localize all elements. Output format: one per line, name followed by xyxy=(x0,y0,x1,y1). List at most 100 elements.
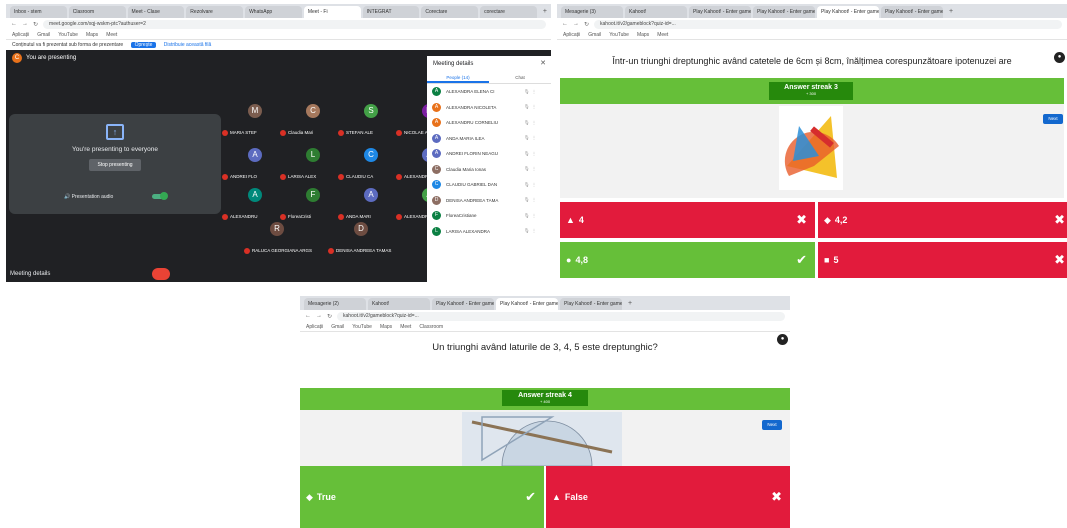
people-list-item[interactable]: L LARISA ALEXANDRA 🎙 ⋮ xyxy=(427,224,551,240)
bookmark-item[interactable]: YouTube xyxy=(58,32,78,38)
browser-tab[interactable]: Play Kahoot! - Enter game xyxy=(689,6,751,18)
browser-tab[interactable]: WhatsApp xyxy=(245,6,302,18)
bookmark-item[interactable]: Aplicații xyxy=(306,324,323,330)
browser-tab[interactable]: Meet - Clase xyxy=(127,6,185,18)
forward-icon[interactable]: → xyxy=(573,21,579,27)
people-list-item[interactable]: F FloreaCristiane 🎙 ⋮ xyxy=(427,208,551,224)
bookmark-item[interactable]: Gmail xyxy=(588,32,601,38)
question-title: Un triunghi având laturile de 3, 4, 5 es… xyxy=(432,342,658,353)
next-button[interactable]: Next xyxy=(762,420,782,430)
people-list-item[interactable]: A ANDREI FLORIN NEAGU 🎙 ⋮ xyxy=(427,146,551,162)
browser-tab[interactable]: Play Kahoot! - Enter game xyxy=(881,6,943,18)
bookmark-item[interactable]: Meet xyxy=(657,32,668,38)
bookmark-item[interactable]: Maps xyxy=(637,32,649,38)
browser-tab[interactable]: Rezolvare xyxy=(186,6,244,18)
forward-icon[interactable]: → xyxy=(316,313,322,319)
url-input[interactable]: meet.google.com/xqj-wskm-ptc?authuser=2 xyxy=(43,19,546,29)
answer-label: 4,2 xyxy=(834,215,848,225)
url-input[interactable]: kahoot.it/v2/gameblock?quiz-id=... xyxy=(337,311,785,321)
bookmark-item[interactable]: Gmail xyxy=(331,324,344,330)
settings-icon[interactable]: ● xyxy=(1054,52,1065,63)
back-icon[interactable]: ← xyxy=(305,313,311,319)
participant-avatar: A xyxy=(432,102,441,112)
more-options-icon[interactable]: ⋮ xyxy=(532,197,537,203)
tab-people[interactable]: People (14) xyxy=(427,72,489,83)
browser-tab[interactable]: INTEGRAT xyxy=(362,6,420,18)
browser-tab[interactable]: Kahoot! xyxy=(625,6,687,18)
more-options-icon[interactable]: ⋮ xyxy=(532,213,537,219)
next-button[interactable]: Next xyxy=(1043,114,1063,124)
bookmark-item[interactable]: Aplicații xyxy=(12,32,29,38)
kahoot-window-1: Mesagerie (3) Kahoot! Play Kahoot! - Enter… xyxy=(557,4,1067,282)
back-icon[interactable]: ← xyxy=(562,21,568,27)
new-tab-icon[interactable]: + xyxy=(624,298,636,310)
share-tab-link[interactable]: Distribuie această filă xyxy=(164,42,212,48)
browser-tab[interactable]: Play Kahoot! - Enter game xyxy=(560,298,622,310)
share-stop-button[interactable]: Oprește xyxy=(130,42,157,48)
muted-mic-icon: 🎙 xyxy=(524,150,530,156)
reload-icon[interactable]: ↻ xyxy=(327,313,332,320)
browser-tab[interactable]: Play Kahoot! - Enter game xyxy=(753,6,815,18)
new-tab-icon[interactable]: + xyxy=(539,6,551,18)
more-options-icon[interactable]: ⋮ xyxy=(532,104,537,110)
browser-tab[interactable]: Clasroom xyxy=(68,6,126,18)
more-options-icon[interactable]: ⋮ xyxy=(532,120,537,126)
bookmark-item[interactable]: Meet xyxy=(400,324,411,330)
people-list-item[interactable]: A ANDA MARIA ILEA 🎙 ⋮ xyxy=(427,131,551,147)
browser-tab[interactable]: Play Kahoot! - Enter game xyxy=(432,298,494,310)
tab-chat[interactable]: Chat xyxy=(489,72,551,83)
stop-presenting-button[interactable]: Stop presenting xyxy=(89,159,141,171)
more-options-icon[interactable]: ⋮ xyxy=(532,151,537,157)
browser-tab[interactable]: Mesagerie (2) xyxy=(304,298,366,310)
people-list-item[interactable]: C CLAUDIU GABRIEL DAN 🎙 ⋮ xyxy=(427,177,551,193)
bookmark-item[interactable]: Meet xyxy=(106,32,117,38)
meeting-details-panel: Meeting details ✕ People (14) Chat A ALEX… xyxy=(427,56,551,282)
browser-tab[interactable]: Corectare xyxy=(421,6,479,18)
participant-name-text: ANDREI FLO xyxy=(230,174,258,180)
people-list-item[interactable]: A ALEXANDRU CORNELIU 🎙 ⋮ xyxy=(427,115,551,131)
participant-name-text: ALEXANDRU xyxy=(230,214,258,220)
more-options-icon[interactable]: ⋮ xyxy=(532,135,537,141)
browser-tab[interactable]: Play Kahoot! - Enter game xyxy=(817,6,879,18)
more-options-icon[interactable]: ⋮ xyxy=(532,228,537,234)
presentation-audio-toggle[interactable] xyxy=(152,192,168,200)
participant-name: ALEXANDRA ELENA CI xyxy=(446,89,495,95)
more-options-icon[interactable]: ⋮ xyxy=(532,182,537,188)
close-icon[interactable]: ✕ xyxy=(540,56,546,72)
answer-button[interactable]: ▲ 4 ✖ xyxy=(560,202,815,238)
reload-icon[interactable]: ↻ xyxy=(33,21,38,28)
forward-icon[interactable]: → xyxy=(22,21,28,27)
answer-button[interactable]: ◆ 4,2 ✖ xyxy=(818,202,1067,238)
browser-tab[interactable]: corectare xyxy=(480,6,537,18)
meeting-details-button[interactable]: Meeting details xyxy=(10,271,50,277)
more-options-icon[interactable]: ⋮ xyxy=(532,166,537,172)
new-tab-icon[interactable]: + xyxy=(945,6,957,18)
answer-button[interactable]: ■ 5 ✖ xyxy=(818,242,1067,278)
people-list-item[interactable]: A ALEXANDRA NICOLETA 🎙 ⋮ xyxy=(427,100,551,116)
bookmark-item[interactable]: Aplicații xyxy=(563,32,580,38)
browser-tab[interactable]: Play Kahoot! - Enter game xyxy=(496,298,558,310)
people-list-item[interactable]: C Claudia Maria Ionas 🎙 ⋮ xyxy=(427,162,551,178)
bookmark-item[interactable]: Maps xyxy=(86,32,98,38)
answer-button[interactable]: ● 4,8 ✔ xyxy=(560,242,815,278)
people-list-item[interactable]: D DENISA ANDREEA TAMA 🎙 ⋮ xyxy=(427,193,551,209)
bookmark-item[interactable]: YouTube xyxy=(609,32,629,38)
browser-tab[interactable]: Meet - Fi xyxy=(303,6,361,18)
browser-tab[interactable]: Inbox - stem xyxy=(10,6,67,18)
url-input[interactable]: kahoot.it/v2/gameblock?quiz-id=... xyxy=(594,19,1062,29)
browser-tab[interactable]: Mesagerie (3) xyxy=(561,6,623,18)
hang-up-button[interactable] xyxy=(152,268,170,280)
answer-button[interactable]: ▲ False ✖ xyxy=(546,466,790,528)
people-list-item[interactable]: A ALEXANDRA ELENA CI 🎙 ⋮ xyxy=(427,84,551,100)
answer-button[interactable]: ◆ True ✔ xyxy=(300,466,544,528)
more-options-icon[interactable]: ⋮ xyxy=(532,89,537,95)
back-icon[interactable]: ← xyxy=(11,21,17,27)
reload-icon[interactable]: ↻ xyxy=(584,21,589,28)
geometry-image xyxy=(462,412,622,467)
settings-icon[interactable]: ● xyxy=(777,334,788,345)
bookmark-item[interactable]: Maps xyxy=(380,324,392,330)
bookmark-item[interactable]: YouTube xyxy=(352,324,372,330)
bookmark-item[interactable]: Classroom xyxy=(419,324,443,330)
bookmark-item[interactable]: Gmail xyxy=(37,32,50,38)
browser-tab[interactable]: Kahoot! xyxy=(368,298,430,310)
